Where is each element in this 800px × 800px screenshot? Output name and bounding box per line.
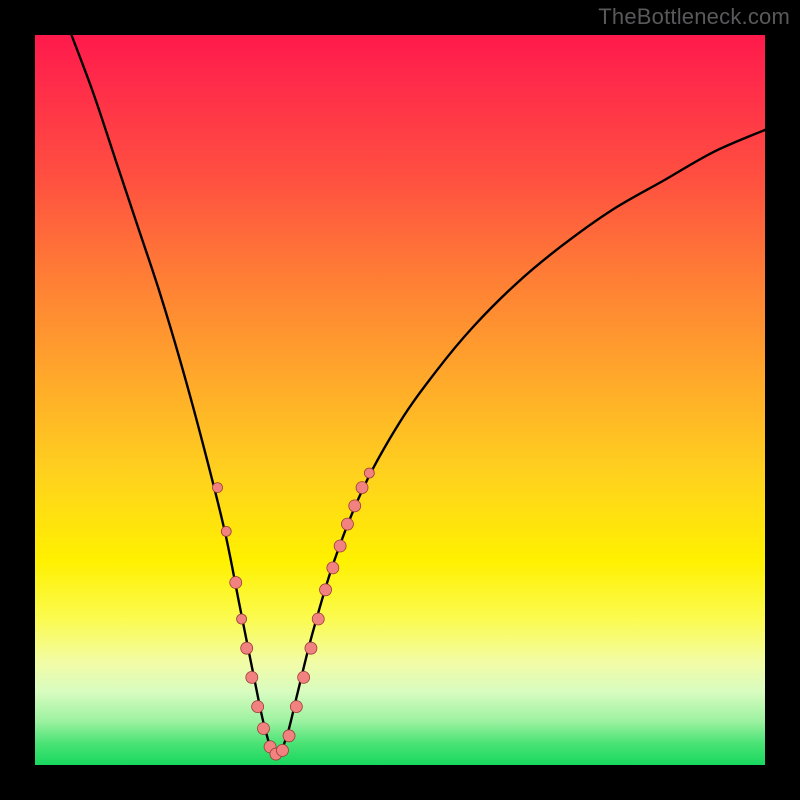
data-point-dot [327,562,339,574]
data-point-dot [213,483,223,493]
watermark-text: TheBottleneck.com [598,4,790,30]
bottleneck-curve-layer [35,35,765,765]
data-point-dot [341,518,353,530]
data-point-dot [221,526,231,536]
data-point-dot [356,482,368,494]
data-point-dot [237,614,247,624]
data-point-dot [334,540,346,552]
data-point-dot [246,671,258,683]
data-point-dot [364,468,374,478]
data-point-dot [257,723,269,735]
plot-area [35,35,765,765]
data-point-dot [252,701,264,713]
data-point-dot [349,500,361,512]
bottleneck-curve [72,35,766,758]
data-point-dot [312,613,324,625]
data-point-dot [230,577,242,589]
data-point-dot [320,584,332,596]
data-point-dot [290,701,302,713]
data-point-dot [276,744,288,756]
chart-frame: TheBottleneck.com [0,0,800,800]
data-point-dot [283,730,295,742]
data-point-dot [298,671,310,683]
data-point-dot [305,642,317,654]
data-point-dot [241,642,253,654]
